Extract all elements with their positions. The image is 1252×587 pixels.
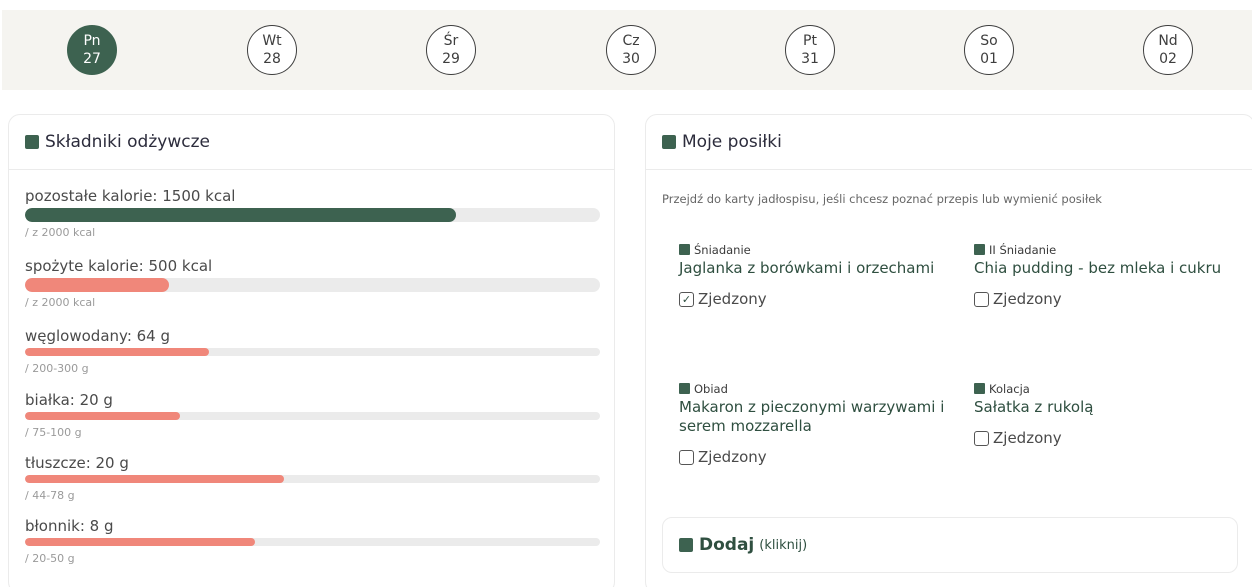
nutrient-target: / 75-100 g xyxy=(25,426,82,439)
nutrient-consumed-calories: spożyte kalorie: 500 kcal / z 2000 kcal xyxy=(25,256,600,309)
nutrient-label: błonnik: 8 g xyxy=(25,517,114,535)
meal-type-label: II Śniadanie xyxy=(989,243,1057,257)
meals-panel-header: Moje posiłki xyxy=(646,115,1252,170)
eaten-label: Zjedzony xyxy=(698,448,767,466)
meal-type-label: Śniadanie xyxy=(694,243,751,257)
nutrients-panel: Składniki odżywcze pozostałe kalorie: 15… xyxy=(8,114,615,587)
meal-lunch[interactable]: Obiad Makaron z pieczonymi warzywami i s… xyxy=(679,382,949,466)
eaten-label: Zjedzony xyxy=(993,429,1062,447)
square-bullet-icon xyxy=(679,244,690,255)
day-name: Pn xyxy=(83,33,101,49)
nutrient-remaining-calories: pozostałe kalorie: 1500 kcal / z 2000 kc… xyxy=(25,186,600,239)
progress-fill xyxy=(25,278,169,292)
nutrient-target: / 20-50 g xyxy=(25,552,75,565)
meals-intro-text: Przejdź do karty jadłospisu, jeśli chces… xyxy=(662,192,1102,206)
meal-name[interactable]: Sałatka z rukolą xyxy=(974,398,1244,417)
progress-fill xyxy=(25,348,209,356)
day-button-fri[interactable]: Pt 31 xyxy=(785,25,835,75)
meal-type: Obiad xyxy=(679,382,949,396)
square-bullet-icon xyxy=(662,135,676,149)
meal-name[interactable]: Makaron z pieczonymi warzywami i serem m… xyxy=(679,398,949,436)
checkbox-icon[interactable] xyxy=(679,449,694,465)
meal-type-label: Kolacja xyxy=(989,382,1030,396)
day-date: 28 xyxy=(263,51,281,67)
nutrients-panel-header: Składniki odżywcze xyxy=(9,115,614,170)
nutrient-target: / z 2000 kcal xyxy=(25,226,96,239)
eaten-toggle[interactable]: ✓ Zjedzony xyxy=(679,290,949,308)
nutrient-target: / 200-300 g xyxy=(25,362,89,375)
nutrient-label: węglowodany: 64 g xyxy=(25,327,171,345)
square-bullet-icon xyxy=(25,135,39,149)
nutrient-carbs: węglowodany: 64 g / 200-300 g xyxy=(25,326,600,375)
checkbox-icon[interactable] xyxy=(974,430,989,446)
day-name: Pt xyxy=(803,33,817,49)
nutrients-panel-title: Składniki odżywcze xyxy=(45,132,210,152)
add-hint: (kliknij) xyxy=(759,537,808,553)
day-date: 01 xyxy=(980,51,998,67)
meal-second-breakfast[interactable]: II Śniadanie Chia pudding - bez mleka i … xyxy=(974,243,1244,308)
day-button-thu[interactable]: Cz 30 xyxy=(606,25,656,75)
nutrient-fat: tłuszcze: 20 g / 44-78 g xyxy=(25,453,600,502)
day-button-mon[interactable]: Pn 27 xyxy=(67,25,117,75)
eaten-toggle[interactable]: Zjedzony xyxy=(974,290,1244,308)
checkbox-icon[interactable] xyxy=(974,291,989,307)
nutrient-label: tłuszcze: 20 g xyxy=(25,454,129,472)
meal-type-label: Obiad xyxy=(694,382,728,396)
progress-track xyxy=(25,475,600,483)
progress-fill xyxy=(25,475,284,483)
check-icon[interactable]: ✓ xyxy=(679,291,694,307)
eaten-label: Zjedzony xyxy=(993,290,1062,308)
progress-track xyxy=(25,208,600,222)
progress-fill xyxy=(25,208,457,222)
square-bullet-icon xyxy=(679,383,690,394)
day-name: Wt xyxy=(262,33,282,49)
meal-name[interactable]: Jaglanka z borówkami i orzechami xyxy=(679,259,949,278)
progress-track xyxy=(25,278,600,292)
eaten-label: Zjedzony xyxy=(698,290,767,308)
nutrient-fiber: błonnik: 8 g / 20-50 g xyxy=(25,516,600,565)
day-date: 02 xyxy=(1159,51,1177,67)
square-bullet-icon xyxy=(679,538,693,552)
eaten-toggle[interactable]: Zjedzony xyxy=(679,448,949,466)
day-date: 30 xyxy=(622,51,640,67)
day-date: 29 xyxy=(442,51,460,67)
day-name: Śr xyxy=(443,33,459,49)
meals-panel: Moje posiłki Przejdź do karty jadłospisu… xyxy=(645,114,1252,587)
meal-name[interactable]: Chia pudding - bez mleka i cukru xyxy=(974,259,1244,278)
eaten-toggle[interactable]: Zjedzony xyxy=(974,429,1244,447)
nutrient-label: spożyte kalorie: 500 kcal xyxy=(25,257,213,275)
meal-type: II Śniadanie xyxy=(974,243,1244,257)
nutrient-label: białka: 20 g xyxy=(25,391,113,409)
day-name: So xyxy=(980,33,998,49)
progress-track xyxy=(25,348,600,356)
meal-breakfast[interactable]: Śniadanie Jaglanka z borówkami i orzecha… xyxy=(679,243,949,308)
nutrient-label: pozostałe kalorie: 1500 kcal xyxy=(25,187,236,205)
day-name: Nd xyxy=(1158,33,1178,49)
nutrient-target: / z 2000 kcal xyxy=(25,296,96,309)
day-name: Cz xyxy=(622,33,640,49)
progress-fill xyxy=(25,538,255,546)
progress-track xyxy=(25,538,600,546)
nutrient-protein: białka: 20 g / 75-100 g xyxy=(25,390,600,439)
day-date: 31 xyxy=(801,51,819,67)
day-button-sat[interactable]: So 01 xyxy=(964,25,1014,75)
nutrient-target: / 44-78 g xyxy=(25,489,75,502)
day-button-tue[interactable]: Wt 28 xyxy=(247,25,297,75)
meal-type: Śniadanie xyxy=(679,243,949,257)
square-bullet-icon xyxy=(974,383,985,394)
progress-fill xyxy=(25,412,181,420)
meal-type: Kolacja xyxy=(974,382,1244,396)
square-bullet-icon xyxy=(974,244,985,255)
day-button-wed[interactable]: Śr 29 xyxy=(426,25,476,75)
progress-track xyxy=(25,412,600,420)
week-strip: Pn 27 Wt 28 Śr 29 Cz 30 Pt 31 So 01 Nd 0… xyxy=(2,10,1252,90)
meals-panel-title: Moje posiłki xyxy=(682,132,782,152)
add-label: Dodaj xyxy=(699,535,755,555)
day-button-sun[interactable]: Nd 02 xyxy=(1143,25,1193,75)
day-date: 27 xyxy=(83,51,101,67)
add-meal-button[interactable]: Dodaj (kliknij) xyxy=(662,517,1238,573)
meal-dinner[interactable]: Kolacja Sałatka z rukolą Zjedzony xyxy=(974,382,1244,447)
